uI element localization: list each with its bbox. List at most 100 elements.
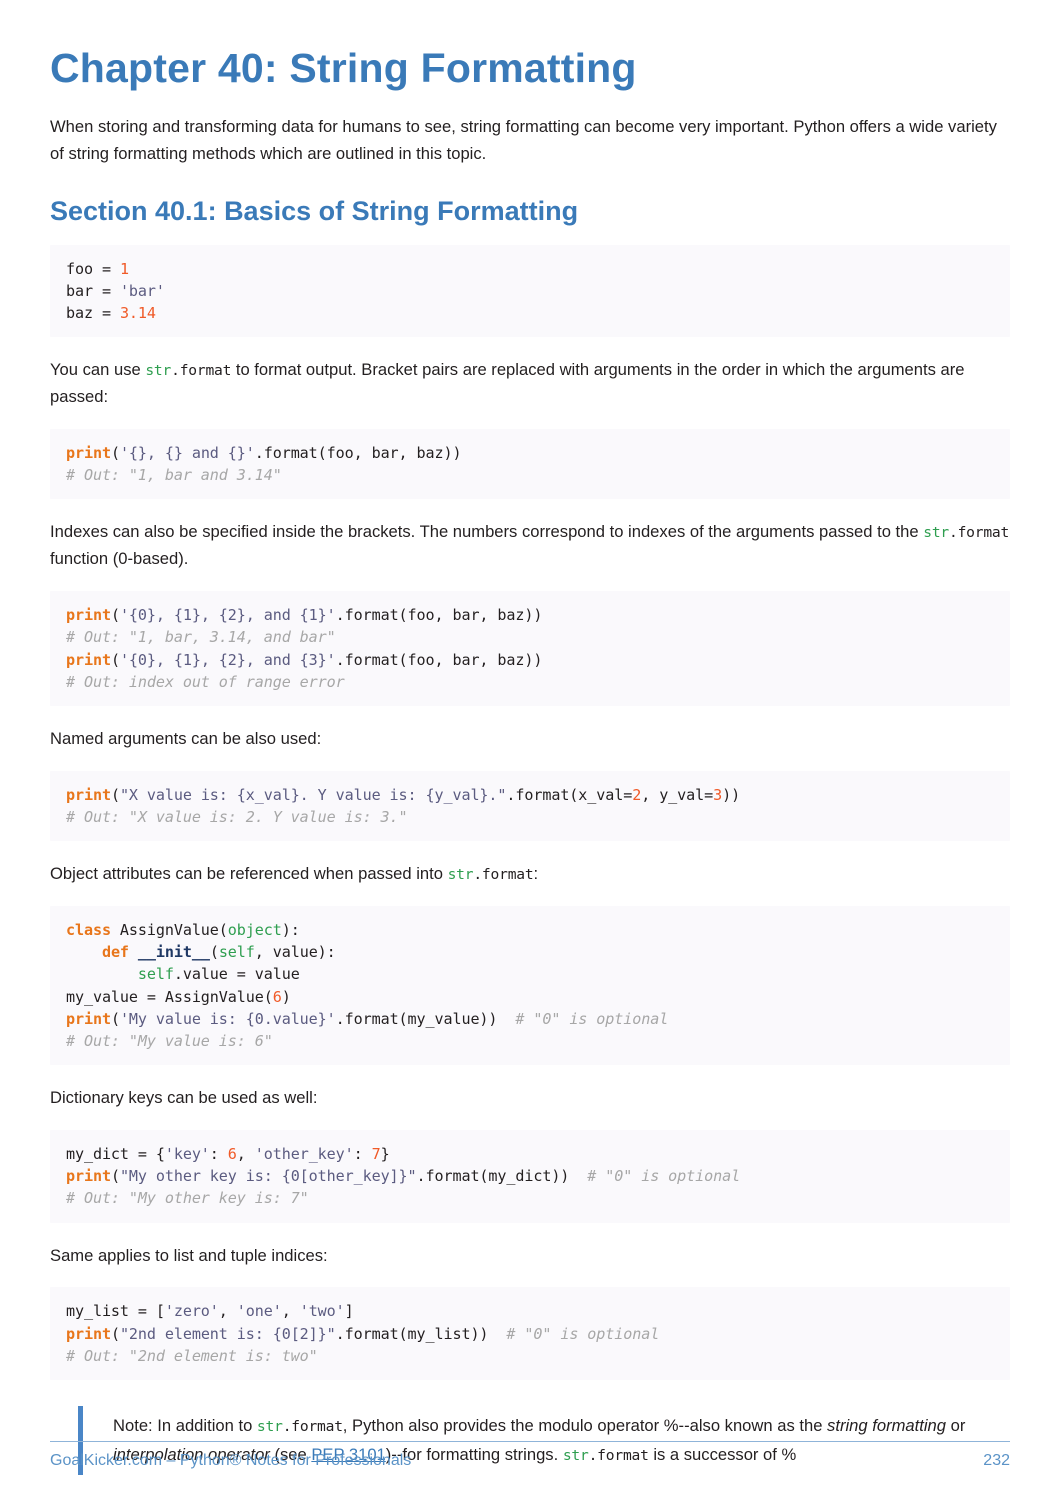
code-punct: ) bbox=[281, 987, 291, 1006]
code-builtin: self bbox=[137, 965, 174, 984]
section-title: Section 40.1: Basics of String Formattin… bbox=[50, 195, 579, 226]
code-punct: ( bbox=[110, 1324, 120, 1343]
code-keyword: print bbox=[66, 1324, 111, 1343]
code-builtin: self bbox=[218, 943, 255, 962]
text-fragment: , Python also provides the modulo operat… bbox=[342, 1416, 828, 1436]
code-operator: = bbox=[92, 281, 120, 300]
code-text: .value = value bbox=[173, 965, 300, 984]
code-keyword: print bbox=[66, 1009, 111, 1028]
code-number: 6 bbox=[227, 1145, 237, 1164]
footer-attribution: GoalKicker.com – Python® Notes for Profe… bbox=[50, 1452, 412, 1469]
page-title: Chapter 40: String Formatting bbox=[50, 45, 637, 91]
code-comment: # Out: "2nd element is: two" bbox=[66, 1346, 318, 1365]
text-fragment: or bbox=[946, 1416, 966, 1436]
code-punct: : bbox=[209, 1145, 228, 1164]
code-punct: ( bbox=[110, 1167, 120, 1186]
code-text: .format(my_dict)) bbox=[416, 1167, 570, 1186]
code-comment: # "0" is optional bbox=[569, 1167, 741, 1186]
code-punct: } bbox=[380, 1145, 390, 1164]
code-punct: ( bbox=[110, 650, 120, 669]
code-punct: , bbox=[236, 1145, 255, 1164]
code-string: 'bar' bbox=[119, 281, 165, 300]
code-string: 'zero' bbox=[164, 1302, 219, 1321]
code-line: foo bbox=[66, 259, 93, 278]
inline-code-str-format: str.format bbox=[447, 866, 534, 884]
code-text: my_dict = { bbox=[66, 1145, 165, 1164]
code-punct: )) bbox=[722, 785, 741, 804]
code-number: 1 bbox=[119, 259, 129, 278]
code-string: "X value is: {x_val}. Y value is: {y_val… bbox=[119, 785, 507, 804]
paragraph-indexes: Indexes can also be specified inside the… bbox=[50, 519, 1010, 573]
code-punct: ): bbox=[281, 921, 300, 940]
paragraph-dictionary-keys: Dictionary keys can be used as well: bbox=[50, 1088, 318, 1108]
code-text: .format(foo, bar, baz)) bbox=[254, 444, 462, 463]
code-string: 'My value is: {0.value}' bbox=[119, 1009, 336, 1028]
code-keyword: print bbox=[66, 650, 111, 669]
paragraph-str-format-intro: You can use str.format to format output.… bbox=[50, 357, 1010, 411]
code-block-dictionary-keys: my_dict = {'key': 6, 'other_key': 7} pri… bbox=[50, 1130, 1010, 1223]
code-string: "2nd element is: {0[2]}" bbox=[119, 1324, 336, 1343]
paragraph-list-tuple-indices: Same applies to list and tuple indices: bbox=[50, 1245, 328, 1265]
code-number: 3 bbox=[713, 785, 723, 804]
code-keyword: print bbox=[66, 444, 111, 463]
code-string: '{0}, {1}, {2}, and {1}' bbox=[119, 606, 336, 625]
code-punct: ( bbox=[110, 785, 120, 804]
code-keyword: print bbox=[66, 1167, 111, 1186]
code-comment: # Out: "1, bar and 3.14" bbox=[66, 466, 282, 485]
code-line: baz bbox=[66, 304, 93, 323]
paragraph-named-arguments: Named arguments can be also used: bbox=[50, 728, 322, 748]
page-footer: GoalKicker.com – Python® Notes for Profe… bbox=[50, 1441, 1010, 1470]
code-operator: = bbox=[92, 259, 120, 278]
code-number: 7 bbox=[371, 1145, 381, 1164]
page-number: 232 bbox=[983, 1452, 1010, 1469]
code-string: 'other_key' bbox=[254, 1145, 354, 1164]
code-dunder: __init__ bbox=[128, 943, 210, 962]
code-builtin: object bbox=[227, 921, 282, 940]
text-fragment: Object attributes can be referenced when… bbox=[50, 864, 448, 884]
code-block-named-arguments: print("X value is: {x_val}. Y value is: … bbox=[50, 770, 1010, 842]
text-fragment: function (0-based). bbox=[50, 549, 189, 569]
code-block-basic-format: print('{}, {} and {}'.format(foo, bar, b… bbox=[50, 429, 1010, 500]
inline-code-str-format: str.format bbox=[923, 524, 1010, 542]
code-block-list-indices: my_list = ['zero', 'one', 'two'] print("… bbox=[50, 1287, 1010, 1381]
code-text: .format(x_val= bbox=[506, 785, 633, 804]
code-punct: , bbox=[281, 1302, 300, 1321]
code-punct: ( bbox=[110, 444, 120, 463]
code-text: AssignValue( bbox=[110, 921, 228, 940]
code-string: 'key' bbox=[164, 1145, 210, 1164]
code-punct: ( bbox=[110, 1009, 120, 1028]
code-keyword: class bbox=[66, 921, 111, 940]
code-keyword: def bbox=[101, 943, 129, 962]
code-text: .format(foo, bar, baz)) bbox=[335, 650, 543, 669]
chapter-intro-paragraph: When storing and transforming data for h… bbox=[50, 116, 997, 163]
code-number: 6 bbox=[272, 987, 282, 1006]
code-keyword: print bbox=[66, 606, 111, 625]
code-operator: = bbox=[92, 304, 120, 323]
code-text: my_list = [ bbox=[66, 1302, 165, 1321]
emphasis-string-formatting: string formatting bbox=[827, 1416, 947, 1436]
code-text: .format(my_list)) bbox=[335, 1324, 489, 1343]
code-comment: # Out: index out of range error bbox=[66, 672, 345, 691]
code-text: , y_val= bbox=[641, 785, 714, 804]
code-text: my_value = AssignValue( bbox=[66, 987, 273, 1006]
code-text: .format(my_value)) bbox=[335, 1009, 498, 1028]
text-fragment: : bbox=[533, 864, 539, 884]
code-string: '{}, {} and {}' bbox=[119, 444, 255, 463]
code-comment: # Out: "My other key is: 7" bbox=[66, 1189, 309, 1208]
code-punct: ] bbox=[344, 1302, 354, 1321]
text-fragment: Indexes can also be specified inside the… bbox=[50, 522, 924, 542]
code-string: 'two' bbox=[299, 1302, 345, 1321]
code-text: .format(foo, bar, baz)) bbox=[335, 606, 543, 625]
code-block-variables: foo = 1 bar = 'bar' baz = 3.14 bbox=[50, 244, 1010, 338]
code-punct: : bbox=[353, 1145, 372, 1164]
code-line: bar bbox=[66, 281, 93, 300]
code-text: , value): bbox=[254, 943, 336, 962]
paragraph-object-attributes: Object attributes can be referenced when… bbox=[50, 861, 1010, 888]
code-comment: # "0" is optional bbox=[497, 1009, 669, 1028]
text-fragment: You can use bbox=[50, 360, 146, 380]
code-number: 2 bbox=[632, 785, 642, 804]
code-comment: # Out: "My value is: 6" bbox=[66, 1031, 273, 1050]
code-punct: ( bbox=[110, 606, 120, 625]
inline-code-str-format: str.format bbox=[145, 362, 232, 380]
